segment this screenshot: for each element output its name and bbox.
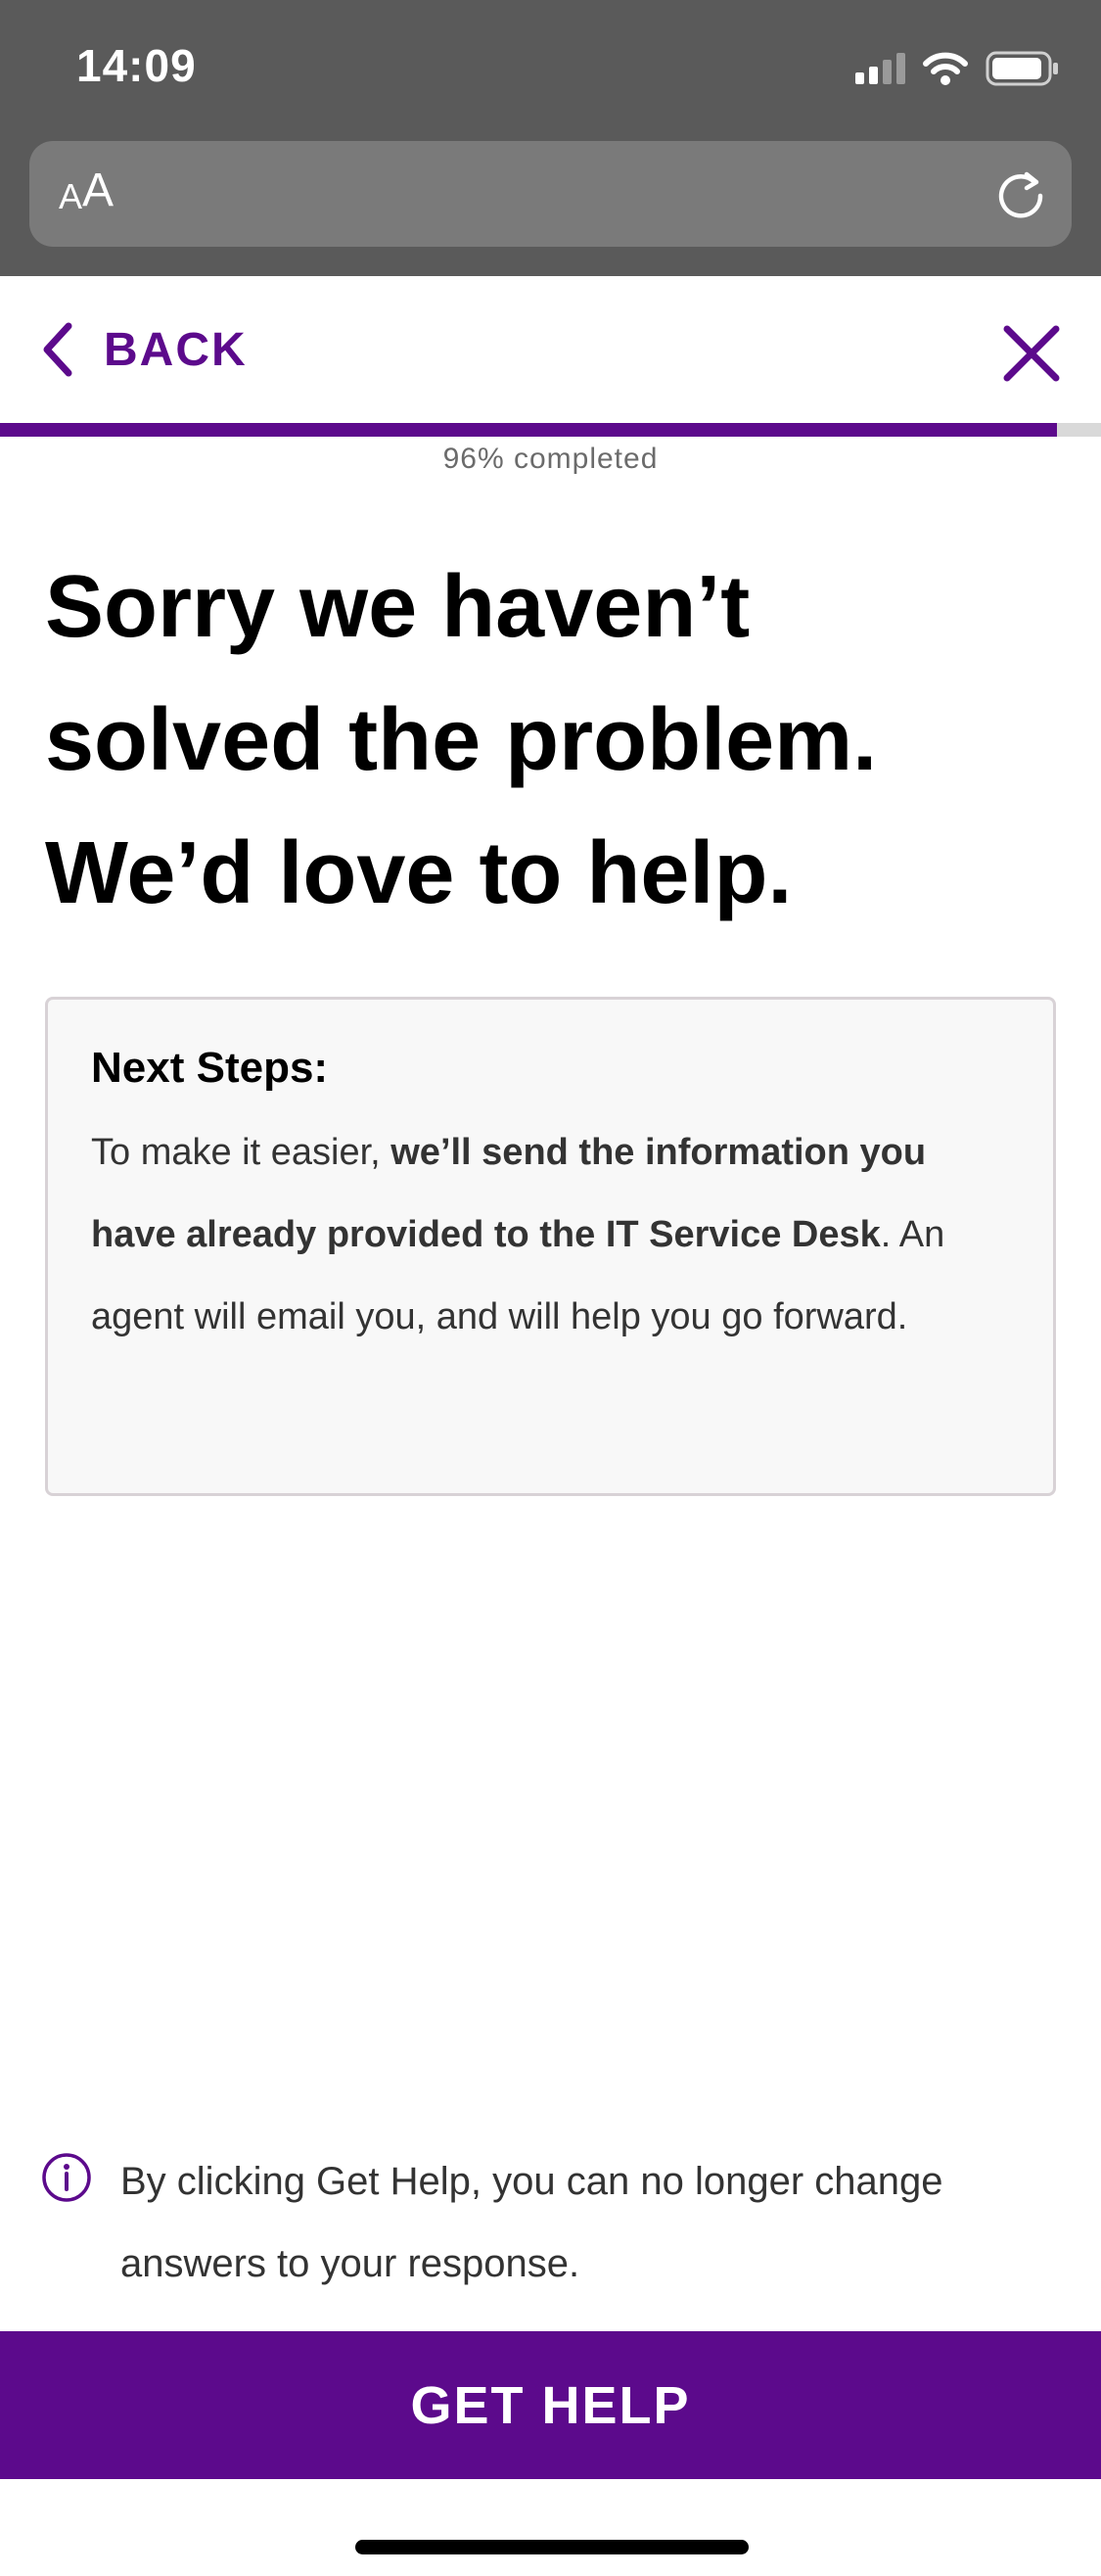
page-title-line: Sorry we haven’t <box>45 558 751 656</box>
page-title: Sorry we haven’t solved the problem. We’… <box>45 540 1063 940</box>
screen: 14:09 A A BACK 96% completed Sorry we ha… <box>0 0 1101 2576</box>
text-size-large-a: A <box>82 164 115 216</box>
page-title-line: solved the problem. <box>45 691 878 789</box>
next-steps-card: Next Steps: To make it easier, we’ll sen… <box>45 997 1056 1496</box>
get-help-label: GET HELP <box>410 2375 691 2435</box>
back-button[interactable]: BACK <box>39 315 248 384</box>
progress-bar-fill <box>0 423 1057 437</box>
close-icon[interactable] <box>997 319 1066 388</box>
back-label: BACK <box>104 323 248 376</box>
next-steps-body: To make it easier, we’ll send the inform… <box>91 1111 1010 1358</box>
home-indicator[interactable] <box>355 2540 749 2554</box>
status-icons <box>855 49 1060 88</box>
text-size-button[interactable]: A A <box>59 141 114 247</box>
status-time: 14:09 <box>76 40 197 91</box>
cellular-signal-icon <box>855 53 905 84</box>
address-bar[interactable]: A A <box>29 141 1072 247</box>
info-icon <box>42 2153 91 2202</box>
next-steps-text-intro: To make it easier, <box>91 1132 391 1173</box>
text-size-small-a: A <box>59 176 83 216</box>
info-note-text: By clicking Get Help, you can no longer … <box>120 2160 943 2285</box>
page-title-line: We’d love to help. <box>45 824 793 922</box>
browser-chrome: 14:09 A A <box>0 0 1101 276</box>
wifi-icon <box>923 52 968 85</box>
battery-icon <box>986 50 1060 87</box>
get-help-button[interactable]: GET HELP <box>0 2331 1101 2479</box>
chevron-left-icon <box>43 322 72 377</box>
progress-label: 96% completed <box>442 443 659 475</box>
reload-icon[interactable] <box>991 164 1050 223</box>
next-steps-title: Next Steps: <box>91 1044 329 1092</box>
progress-bar <box>0 423 1101 437</box>
app-header: BACK <box>0 276 1101 423</box>
